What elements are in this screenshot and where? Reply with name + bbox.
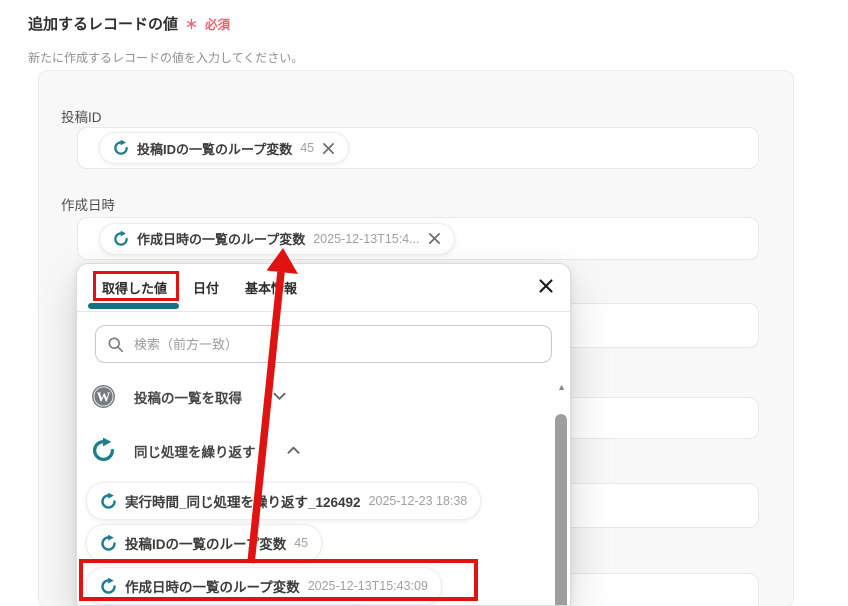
chip-value: 45	[300, 141, 315, 155]
page-title: 追加するレコードの値	[28, 16, 179, 33]
scrollbar-thumb[interactable]	[555, 414, 567, 605]
chevron-up-icon	[286, 446, 300, 455]
search-box[interactable]	[95, 325, 552, 363]
loop-icon	[101, 492, 116, 509]
created-at-input[interactable]: 作成日時の一覧のループ変数 2025-12-13T15:4...	[77, 217, 759, 260]
variable-picker-popup: 取得した値 日付 基本情報 W 投稿の一覧を取得	[76, 263, 571, 606]
variable-value: 2025-12-23 18:38	[368, 494, 468, 508]
chip-value: 2025-12-13T15:4...	[313, 231, 420, 246]
loop-icon	[114, 140, 128, 155]
variable-value: 2025-12-13T15:43:09	[307, 579, 428, 593]
variable-value: 45	[294, 536, 309, 550]
chip-label: 作成日時の一覧のループ変数	[137, 232, 306, 247]
svg-text:W: W	[97, 389, 111, 404]
section-label: 同じ処理を繰り返す	[134, 444, 256, 460]
loop-icon	[101, 534, 116, 551]
close-icon[interactable]	[538, 278, 554, 294]
chip-remove-icon[interactable]	[322, 142, 335, 155]
required-asterisk: ＊	[185, 17, 199, 32]
section-description: 新たに作成するレコードの値を入力してください。	[28, 51, 304, 65]
required-badge: 必須	[205, 18, 231, 32]
search-input[interactable]	[132, 335, 540, 353]
section-repeat-process[interactable]: 同じ処理を繰り返す	[91, 438, 300, 463]
tab-basic-info[interactable]: 基本情報	[245, 278, 297, 297]
post-id-input[interactable]: 投稿IDの一覧のループ変数 45	[77, 127, 759, 169]
chevron-down-icon	[273, 392, 286, 401]
variable-chip-post-id[interactable]: 投稿IDの一覧のループ変数 45	[99, 132, 350, 164]
popup-tabs: 取得した値 日付 基本情報	[77, 264, 570, 312]
tab-date[interactable]: 日付	[193, 278, 219, 297]
variable-option-created-at[interactable]: 作成日時の一覧のループ変数 2025-12-13T15:43:09	[86, 567, 442, 605]
field-label-post-id: 投稿ID	[61, 110, 102, 125]
tab-obtained-values[interactable]: 取得した値	[102, 278, 167, 297]
loop-icon	[101, 577, 116, 594]
field-label-created-at: 作成日時	[61, 198, 115, 213]
variable-name: 実行時間_同じ処理を繰り返す_126492	[125, 495, 361, 510]
chip-remove-icon[interactable]	[428, 232, 441, 245]
active-tab-underline	[88, 303, 179, 309]
section-wordpress-get-posts[interactable]: W 投稿の一覧を取得	[91, 384, 286, 409]
loop-icon	[114, 230, 128, 246]
record-form-page: 追加するレコードの値 ＊ 必須 新たに作成するレコードの値を入力してください。 …	[0, 0, 848, 606]
scroll-up-icon[interactable]: ▲	[557, 383, 566, 392]
section-label: 投稿の一覧を取得	[134, 390, 242, 406]
loop-icon	[93, 438, 115, 461]
variable-name: 作成日時の一覧のループ変数	[125, 580, 300, 595]
chip-label: 投稿IDの一覧のループ変数	[137, 141, 293, 157]
variable-name: 投稿IDの一覧のループ変数	[125, 537, 287, 552]
variable-chip-created-at[interactable]: 作成日時の一覧のループ変数 2025-12-13T15:4...	[99, 222, 455, 255]
variable-option-post-id[interactable]: 投稿IDの一覧のループ変数 45	[86, 524, 323, 562]
section-heading: 追加するレコードの値 ＊ 必須	[28, 13, 230, 34]
wordpress-icon: W	[92, 385, 115, 408]
variable-option-exec-time[interactable]: 実行時間_同じ処理を繰り返す_126492 2025-12-23 18:38	[86, 482, 482, 520]
search-icon	[108, 336, 124, 352]
